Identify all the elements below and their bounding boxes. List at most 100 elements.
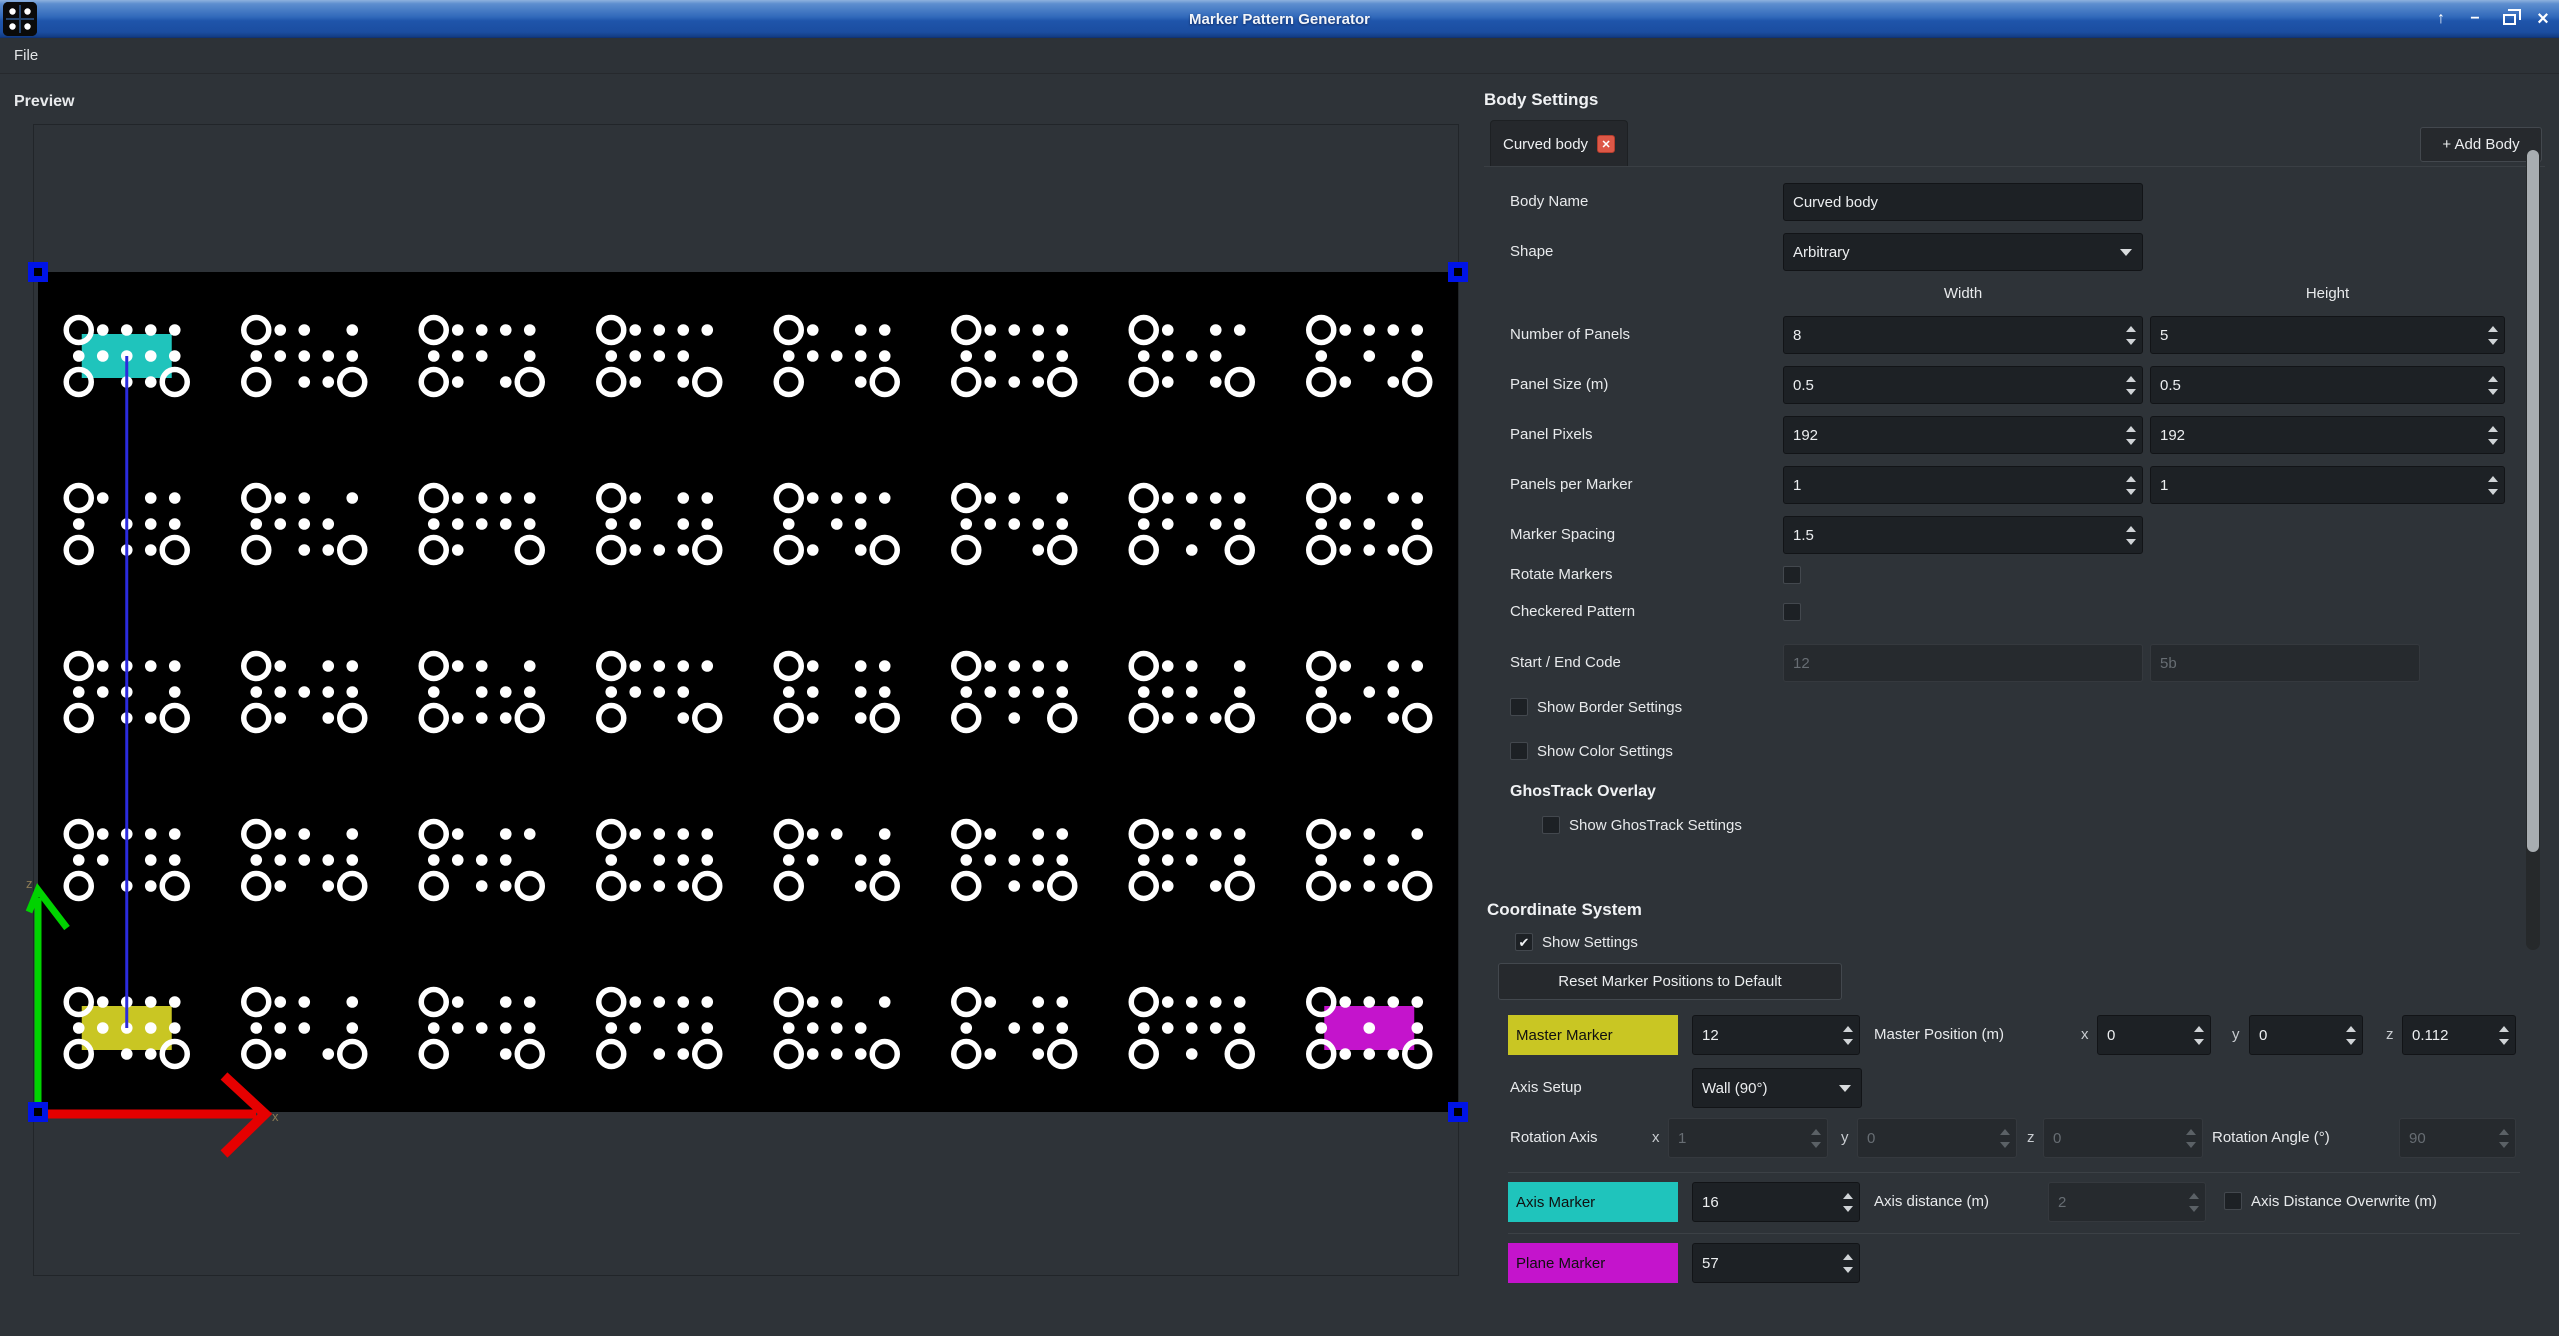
spinner-arrows[interactable]: [1994, 1119, 2016, 1157]
spinner-arrows[interactable]: [2188, 1016, 2210, 1054]
show-color-settings-checkbox[interactable]: [1510, 742, 1528, 760]
show-settings-checkbox[interactable]: [1515, 933, 1533, 951]
marker-grid[interactable]: zx: [38, 272, 1458, 1112]
panels-per-marker-height-spinbox[interactable]: 1: [2150, 466, 2505, 504]
marker[interactable]: [776, 318, 897, 395]
master-x-spinbox[interactable]: 0: [2097, 1015, 2211, 1055]
spinner-arrows[interactable]: [1837, 1016, 1859, 1054]
spinner-arrows[interactable]: [2482, 367, 2504, 403]
axis-distance-spinbox[interactable]: 2: [2048, 1182, 2206, 1222]
marker[interactable]: [1309, 654, 1430, 731]
marker[interactable]: [244, 318, 365, 395]
number-of-panels-label: Number of Panels: [1510, 316, 1630, 354]
marker[interactable]: [954, 990, 1075, 1067]
panels-width-spinbox[interactable]: 8: [1783, 316, 2143, 354]
panels-height-spinbox[interactable]: 5: [2150, 316, 2505, 354]
menu-file[interactable]: File: [0, 47, 52, 64]
show-border-settings-checkbox[interactable]: [1510, 698, 1528, 716]
spinner-arrows[interactable]: [2340, 1016, 2362, 1054]
show-ghostrack-settings-checkbox[interactable]: [1542, 816, 1560, 834]
scrollbar-thumb[interactable]: [2527, 150, 2539, 852]
marker[interactable]: [421, 318, 542, 395]
master-y-spinbox[interactable]: 0: [2249, 1015, 2363, 1055]
axis-distance-overwrite-checkbox[interactable]: [2224, 1192, 2242, 1210]
master-marker-id-spinbox[interactable]: 12: [1692, 1015, 1860, 1055]
add-body-button[interactable]: + Add Body: [2420, 127, 2542, 162]
reset-marker-positions-button[interactable]: Reset Marker Positions to Default: [1498, 963, 1842, 1000]
marker[interactable]: [954, 486, 1075, 563]
master-z-spinbox[interactable]: 0.112: [2402, 1015, 2516, 1055]
marker[interactable]: [1131, 990, 1252, 1067]
end-code-input[interactable]: 5b: [2150, 644, 2420, 682]
preview-canvas[interactable]: zx: [38, 272, 1458, 1112]
marker[interactable]: [954, 822, 1075, 899]
marker[interactable]: [954, 654, 1075, 731]
marker[interactable]: [776, 822, 897, 899]
marker[interactable]: [1309, 822, 1430, 899]
divider: [1508, 1233, 2520, 1234]
spinner-arrows[interactable]: [2180, 1119, 2202, 1157]
checkered-pattern-checkbox[interactable]: [1783, 603, 1801, 621]
marker[interactable]: [776, 654, 897, 731]
shape-dropdown[interactable]: Arbitrary: [1783, 233, 2143, 271]
marker[interactable]: [599, 318, 720, 395]
rotation-x-spinbox[interactable]: 1: [1668, 1118, 1828, 1158]
marker-spacing-spinbox[interactable]: 1.5: [1783, 516, 2143, 554]
panels-per-marker-width-spinbox[interactable]: 1: [1783, 466, 2143, 504]
rotation-y-spinbox[interactable]: 0: [1857, 1118, 2017, 1158]
spinner-arrows[interactable]: [1837, 1183, 1859, 1221]
panel-size-height-spinbox[interactable]: 0.5: [2150, 366, 2505, 404]
panel-size-width-spinbox[interactable]: 0.5: [1783, 366, 2143, 404]
marker[interactable]: [244, 486, 365, 563]
marker[interactable]: [1309, 486, 1430, 563]
spinner-arrows[interactable]: [2120, 417, 2142, 453]
axis-distance-label: Axis distance (m): [1874, 1183, 1989, 1221]
marker[interactable]: [1131, 318, 1252, 395]
spinner-arrows[interactable]: [2120, 367, 2142, 403]
marker[interactable]: [1131, 654, 1252, 731]
marker[interactable]: [421, 990, 542, 1067]
marker[interactable]: [421, 654, 542, 731]
marker[interactable]: [421, 486, 542, 563]
spinner-arrows[interactable]: [2183, 1183, 2205, 1221]
spinner-arrows[interactable]: [2482, 467, 2504, 503]
marker[interactable]: [244, 990, 365, 1067]
settings-scrollbar[interactable]: [2526, 150, 2540, 950]
spinner-arrows[interactable]: [2120, 317, 2142, 353]
rotation-z-spinbox[interactable]: 0: [2043, 1118, 2203, 1158]
marker[interactable]: [244, 654, 365, 731]
panel-pixels-width-spinbox[interactable]: 192: [1783, 416, 2143, 454]
spinner-arrows[interactable]: [2120, 467, 2142, 503]
marker[interactable]: [244, 822, 365, 899]
axis-marker-id-spinbox[interactable]: 16: [1692, 1182, 1860, 1222]
spinner-arrows[interactable]: [1805, 1119, 1827, 1157]
marker[interactable]: [421, 822, 542, 899]
marker[interactable]: [599, 486, 720, 563]
close-tab-icon[interactable]: ✕: [1597, 135, 1615, 153]
marker[interactable]: [599, 990, 720, 1067]
plane-marker-id-spinbox[interactable]: 57: [1692, 1243, 1860, 1283]
marker[interactable]: [1309, 318, 1430, 395]
axis-setup-dropdown[interactable]: Wall (90°): [1692, 1068, 1862, 1108]
spinner-arrows[interactable]: [2120, 517, 2142, 553]
body-name-input[interactable]: Curved body: [1783, 183, 2143, 221]
start-code-input[interactable]: 12: [1783, 644, 2143, 682]
spinner-arrows[interactable]: [2482, 317, 2504, 353]
marker[interactable]: [954, 318, 1075, 395]
plane-marker[interactable]: [1309, 990, 1430, 1067]
panel-pixels-height-spinbox[interactable]: 192: [2150, 416, 2505, 454]
tab-curved-body[interactable]: Curved body ✕: [1490, 120, 1628, 167]
marker[interactable]: [1131, 486, 1252, 563]
marker[interactable]: [776, 990, 897, 1067]
marker[interactable]: [599, 654, 720, 731]
spinner-arrows[interactable]: [2493, 1119, 2515, 1157]
x-axis-label: x: [272, 1109, 279, 1124]
marker[interactable]: [1131, 822, 1252, 899]
spinner-arrows[interactable]: [2493, 1016, 2515, 1054]
marker[interactable]: [776, 486, 897, 563]
rotate-markers-checkbox[interactable]: [1783, 566, 1801, 584]
spinner-arrows[interactable]: [2482, 417, 2504, 453]
marker[interactable]: [599, 822, 720, 899]
rotation-angle-spinbox[interactable]: 90: [2399, 1118, 2516, 1158]
spinner-arrows[interactable]: [1837, 1244, 1859, 1282]
